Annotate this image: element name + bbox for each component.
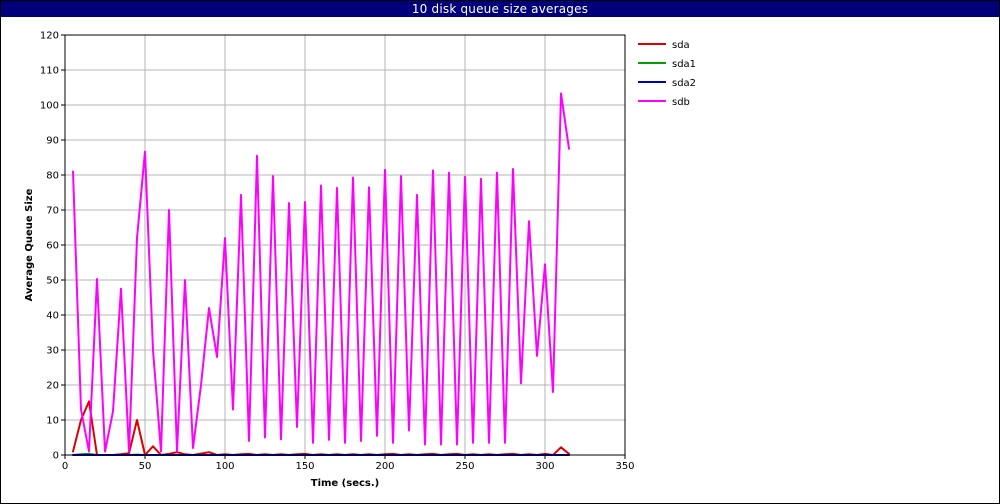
y-tick-label: 0 [53, 451, 59, 462]
x-tick-label: 0 [62, 461, 68, 472]
y-tick-label: 70 [46, 206, 59, 217]
y-tick-label: 10 [46, 416, 59, 427]
y-axis-ticks: 0 10 20 30 40 50 60 70 80 90 100 110 120 [40, 31, 65, 462]
y-tick-label: 80 [46, 171, 59, 182]
y-tick-label: 30 [46, 346, 59, 357]
legend-label-sda2: sda2 [672, 78, 696, 89]
x-tick-label: 350 [615, 461, 634, 472]
y-tick-label: 90 [46, 136, 59, 147]
y-tick-label: 40 [46, 311, 59, 322]
x-tick-label: 100 [215, 461, 234, 472]
y-tick-label: 50 [46, 276, 59, 287]
legend: sda sda1 sda2 sdb [638, 40, 696, 108]
y-tick-label: 20 [46, 381, 59, 392]
y-tick-label: 60 [46, 241, 59, 252]
line-chart: 0 50 100 150 200 250 300 350 0 10 20 30 40 50 60 70 80 9… [24, 31, 696, 490]
legend-label-sda1: sda1 [672, 59, 696, 70]
y-tick-label: 100 [40, 101, 59, 112]
x-axis-ticks: 0 50 100 150 200 250 300 350 [62, 455, 635, 472]
x-tick-label: 150 [295, 461, 314, 472]
x-axis-label: Time (secs.) [311, 478, 380, 489]
legend-label-sdb: sdb [672, 97, 690, 108]
y-axis-label: Average Queue Size [24, 188, 35, 301]
x-tick-label: 300 [535, 461, 554, 472]
x-tick-label: 50 [139, 461, 152, 472]
legend-label-sda: sda [672, 40, 690, 51]
y-tick-label: 110 [40, 66, 59, 77]
x-tick-label: 200 [375, 461, 394, 472]
series-layer [72, 92, 570, 456]
series-line-sda [72, 400, 570, 456]
series-line-sdb [72, 92, 570, 453]
y-tick-label: 120 [40, 31, 59, 42]
x-tick-label: 250 [455, 461, 474, 472]
